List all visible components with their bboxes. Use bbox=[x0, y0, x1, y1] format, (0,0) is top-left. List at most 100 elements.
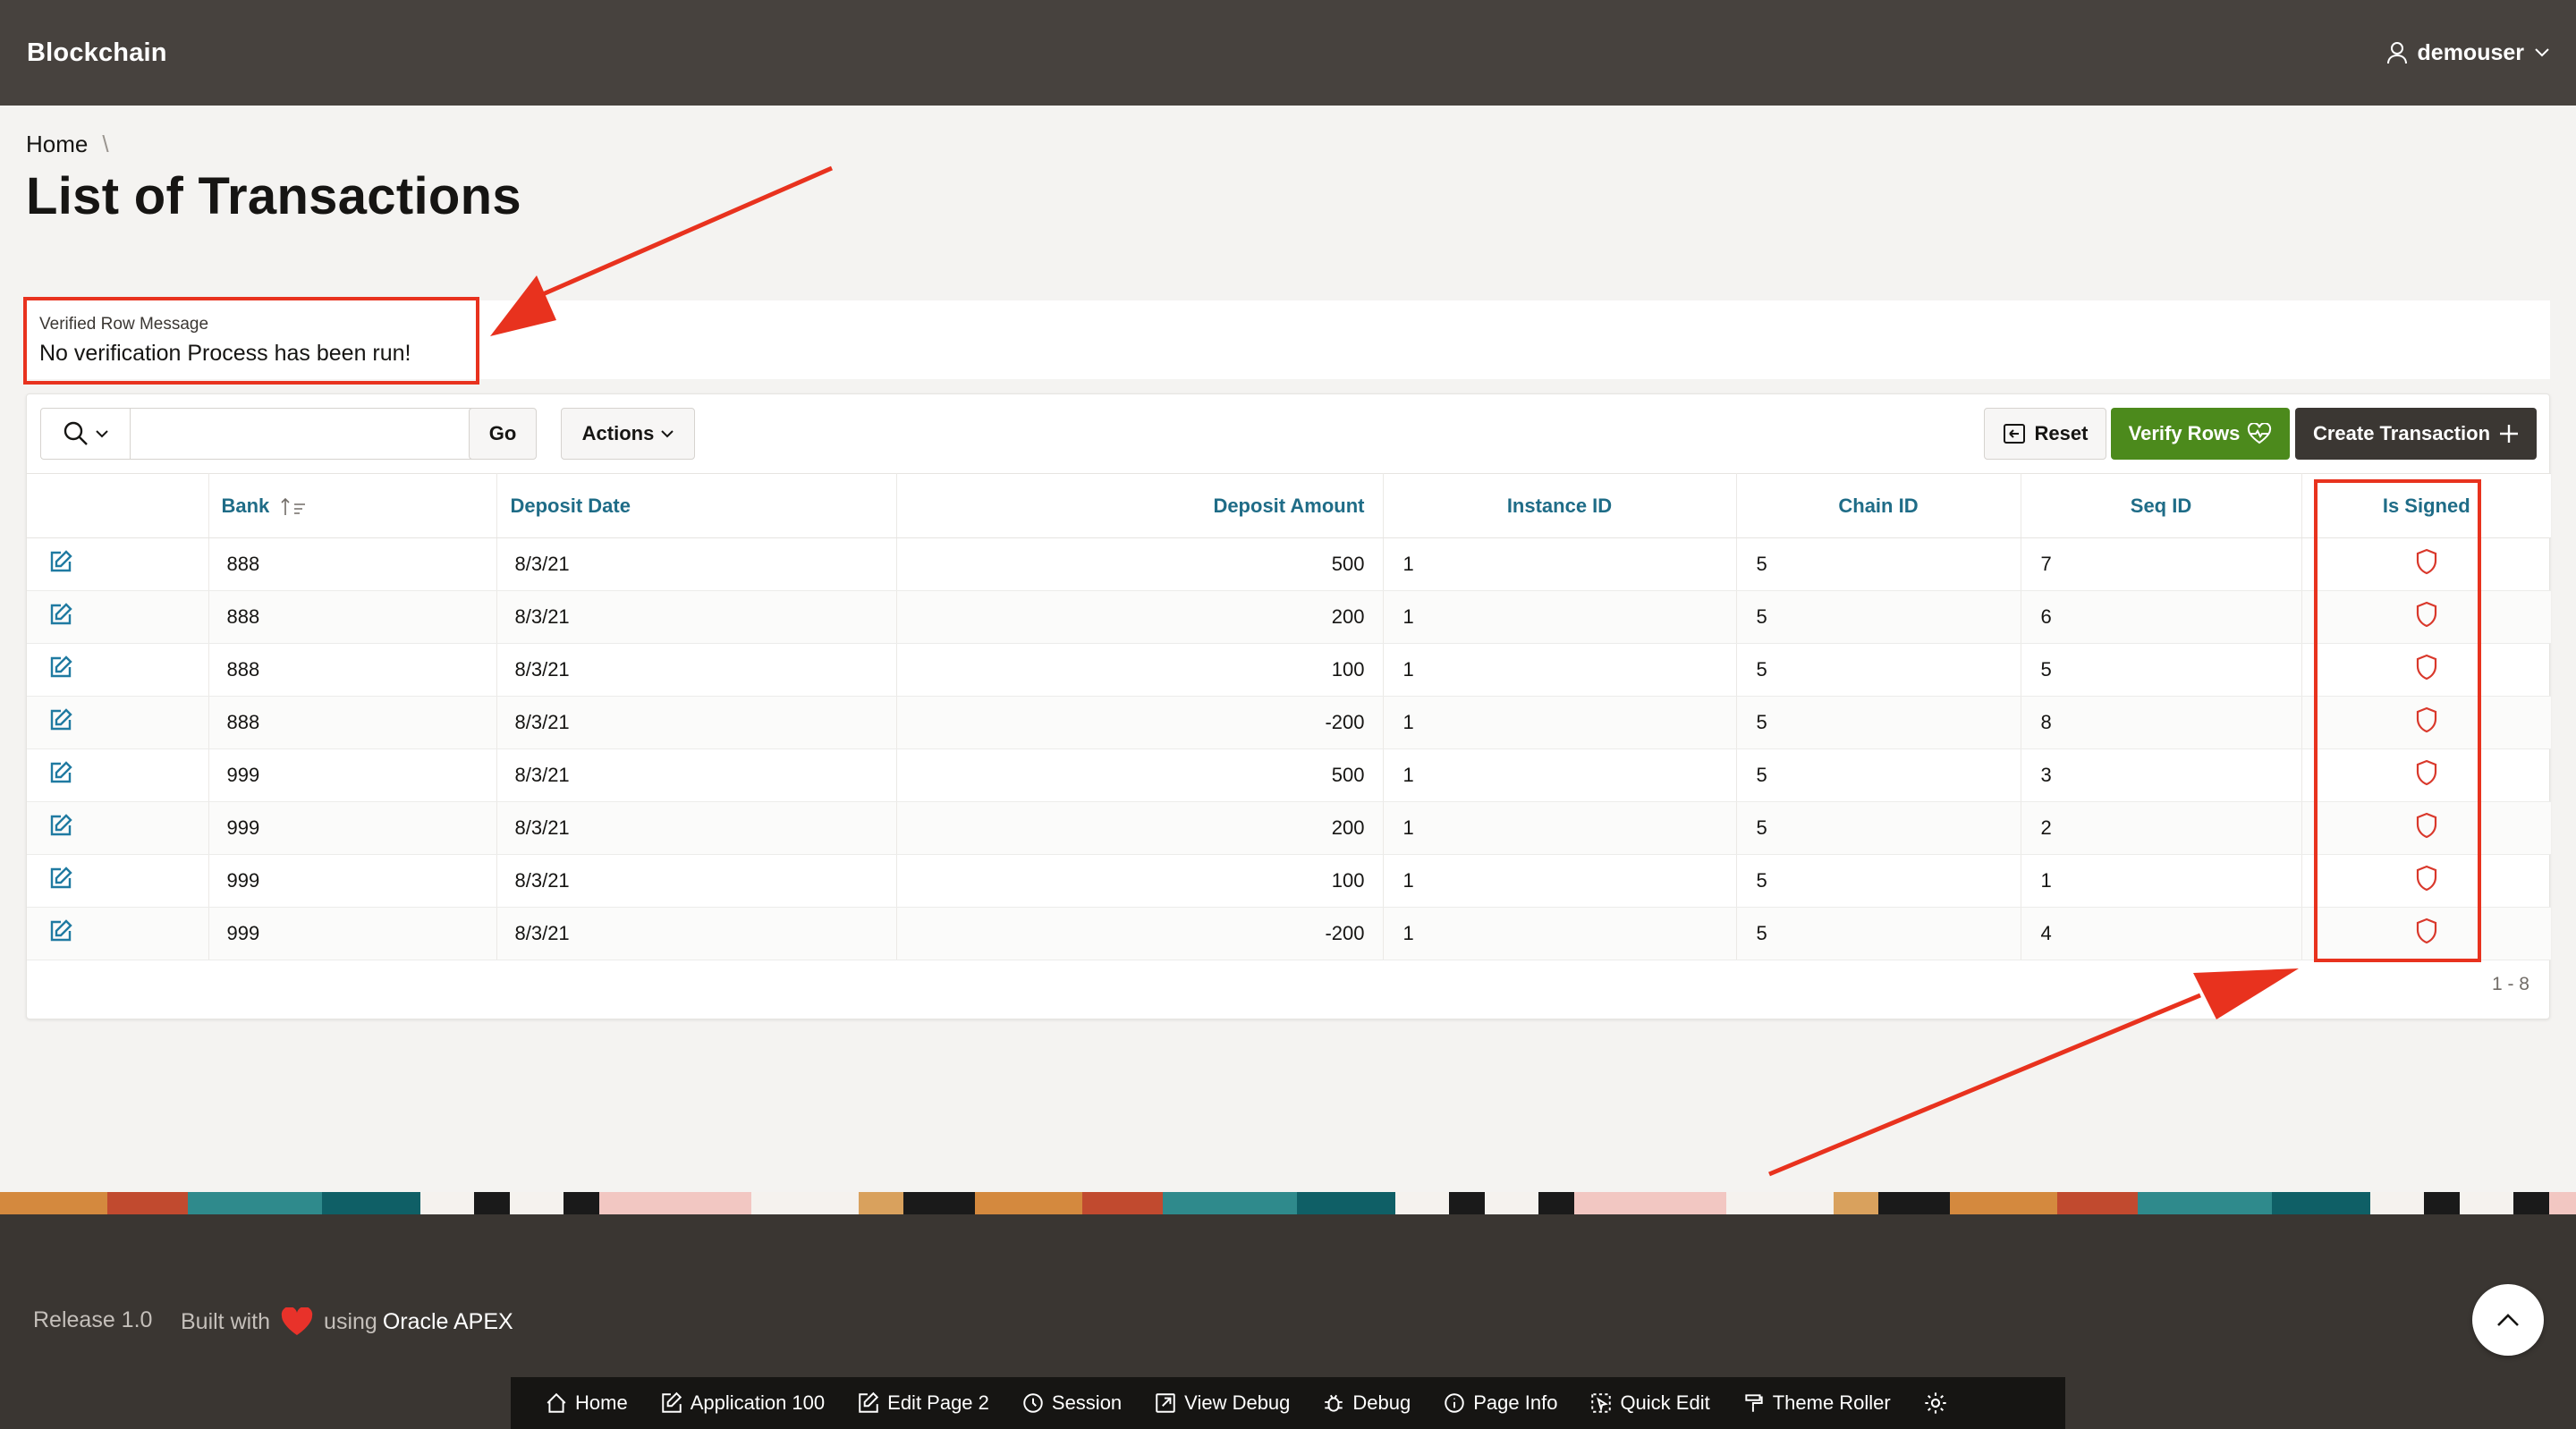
edit-icon[interactable] bbox=[48, 918, 73, 943]
report-body: 888 8/3/21 500 1 5 7 888 8/3/21 200 1 5 6 888 8/3/21 1… bbox=[27, 537, 2551, 960]
dev-toolbar-settings[interactable] bbox=[1907, 1377, 1964, 1429]
dev-toolbar-view-debug[interactable]: View Debug bbox=[1138, 1377, 1306, 1429]
cell-deposit-date: 8/3/21 bbox=[496, 590, 897, 644]
cell-deposit-date: 8/3/21 bbox=[496, 696, 897, 749]
dev-toolbar-label: Edit Page 2 bbox=[887, 1391, 989, 1414]
column-header-seq-id[interactable]: Seq ID bbox=[2021, 473, 2302, 538]
edit-link[interactable] bbox=[27, 907, 209, 960]
transactions-report: Go Actions Reset Verify Rows Create Tran… bbox=[26, 393, 2551, 1019]
edit-link[interactable] bbox=[27, 643, 209, 697]
dev-toolbar-home[interactable]: Home bbox=[529, 1377, 644, 1429]
go-button[interactable]: Go bbox=[469, 408, 537, 460]
cell-instance-id: 1 bbox=[1383, 696, 1737, 749]
cell-seq-id: 7 bbox=[2021, 537, 2302, 591]
scroll-to-top-button[interactable] bbox=[2472, 1284, 2544, 1356]
create-transaction-button[interactable]: Create Transaction bbox=[2295, 408, 2537, 460]
cell-deposit-date: 8/3/21 bbox=[496, 643, 897, 697]
actions-button[interactable]: Actions bbox=[561, 408, 695, 460]
cell-chain-id: 5 bbox=[1736, 748, 2021, 802]
session-icon bbox=[1023, 1393, 1043, 1413]
cell-seq-id: 4 bbox=[2021, 907, 2302, 960]
plus-icon bbox=[2500, 425, 2519, 443]
search-column-button[interactable] bbox=[41, 409, 131, 459]
cell-bank: 888 bbox=[208, 590, 497, 644]
cell-seq-id: 8 bbox=[2021, 696, 2302, 749]
actions-label: Actions bbox=[581, 422, 655, 444]
cell-deposit-date: 8/3/21 bbox=[496, 748, 897, 802]
column-header-instance-id[interactable]: Instance ID bbox=[1383, 473, 1737, 538]
user-menu[interactable]: demouser bbox=[2386, 40, 2549, 66]
bug-icon bbox=[1325, 1394, 1343, 1412]
chevron-down-icon bbox=[661, 429, 674, 437]
chevron-down-icon bbox=[2535, 48, 2549, 57]
breadcrumb: Home \ bbox=[26, 131, 109, 158]
chevron-down-icon bbox=[95, 429, 108, 437]
app-title[interactable]: Blockchain bbox=[27, 38, 167, 68]
gear-icon bbox=[1925, 1392, 1946, 1414]
cell-bank: 888 bbox=[208, 537, 497, 591]
built-with-label: Built with bbox=[181, 1308, 271, 1334]
edit-link[interactable] bbox=[27, 801, 209, 855]
cell-chain-id: 5 bbox=[1736, 696, 2021, 749]
reset-button[interactable]: Reset bbox=[1984, 408, 2106, 460]
search-icon bbox=[64, 421, 88, 445]
edit-icon[interactable] bbox=[48, 760, 73, 785]
dev-toolbar-session[interactable]: Session bbox=[1005, 1377, 1138, 1429]
reset-icon bbox=[2003, 424, 2025, 444]
cell-chain-id: 5 bbox=[1736, 854, 2021, 908]
verify-rows-button[interactable]: Verify Rows bbox=[2111, 408, 2290, 460]
cell-instance-id: 1 bbox=[1383, 590, 1737, 644]
edit-link[interactable] bbox=[27, 748, 209, 802]
user-icon bbox=[2386, 42, 2407, 64]
cell-deposit-amount: 200 bbox=[896, 590, 1384, 644]
cell-instance-id: 1 bbox=[1383, 801, 1737, 855]
edit-link[interactable] bbox=[27, 590, 209, 644]
edit-icon bbox=[661, 1391, 682, 1413]
table-row: 888 8/3/21 200 1 5 6 bbox=[27, 590, 2551, 644]
built-with-text: Built with using Oracle APEX bbox=[181, 1307, 513, 1336]
dev-toolbar-application-100[interactable]: Application 100 bbox=[644, 1377, 841, 1429]
column-header-deposit-amount[interactable]: Deposit Amount bbox=[896, 473, 1384, 538]
column-header-deposit-date[interactable]: Deposit Date bbox=[496, 473, 897, 538]
annotation-box-message bbox=[23, 297, 479, 385]
page-title: List of Transactions bbox=[26, 167, 521, 225]
cell-bank: 888 bbox=[208, 643, 497, 697]
dev-toolbar-edit-page-2[interactable]: Edit Page 2 bbox=[841, 1377, 1005, 1429]
dev-toolbar-label: Session bbox=[1051, 1391, 1123, 1414]
dev-toolbar-theme-roller[interactable]: Theme Roller bbox=[1726, 1377, 1907, 1429]
dev-toolbar-quick-edit[interactable]: Quick Edit bbox=[1573, 1377, 1725, 1429]
edit-link[interactable] bbox=[27, 537, 209, 591]
breadcrumb-home[interactable]: Home bbox=[26, 131, 88, 158]
cell-deposit-date: 8/3/21 bbox=[496, 537, 897, 591]
edit-link[interactable] bbox=[27, 854, 209, 908]
dev-toolbar-page-info[interactable]: Page Info bbox=[1427, 1377, 1573, 1429]
decorative-band bbox=[0, 1192, 2576, 1214]
cell-deposit-amount: 100 bbox=[896, 854, 1384, 908]
external-icon bbox=[1156, 1393, 1175, 1413]
cell-deposit-amount: 100 bbox=[896, 643, 1384, 697]
cell-deposit-amount: 200 bbox=[896, 801, 1384, 855]
report-grid: Bank Deposit Date Deposit Amount Instanc… bbox=[27, 473, 2551, 960]
table-row: 888 8/3/21 500 1 5 7 bbox=[27, 537, 2551, 591]
edit-icon[interactable] bbox=[48, 813, 73, 838]
edit-icon[interactable] bbox=[48, 707, 73, 732]
search-box bbox=[40, 408, 494, 460]
edit-icon[interactable] bbox=[48, 602, 73, 627]
info-icon bbox=[1445, 1393, 1464, 1413]
edit-icon[interactable] bbox=[48, 549, 73, 574]
edit-icon[interactable] bbox=[48, 655, 73, 680]
dev-toolbar-label: Quick Edit bbox=[1620, 1391, 1710, 1414]
cell-seq-id: 2 bbox=[2021, 801, 2302, 855]
cell-instance-id: 1 bbox=[1383, 854, 1737, 908]
home-icon bbox=[547, 1392, 566, 1413]
search-input[interactable] bbox=[131, 409, 400, 459]
column-header-bank[interactable]: Bank bbox=[208, 473, 497, 538]
column-header-chain-id[interactable]: Chain ID bbox=[1736, 473, 2021, 538]
oracle-apex-link[interactable]: Oracle APEX bbox=[383, 1309, 513, 1335]
edit-link[interactable] bbox=[27, 696, 209, 749]
using-label: using bbox=[324, 1308, 377, 1334]
dev-toolbar-debug[interactable]: Debug bbox=[1306, 1377, 1427, 1429]
edit-icon[interactable] bbox=[48, 866, 73, 891]
cell-bank: 999 bbox=[208, 748, 497, 802]
cell-chain-id: 5 bbox=[1736, 643, 2021, 697]
